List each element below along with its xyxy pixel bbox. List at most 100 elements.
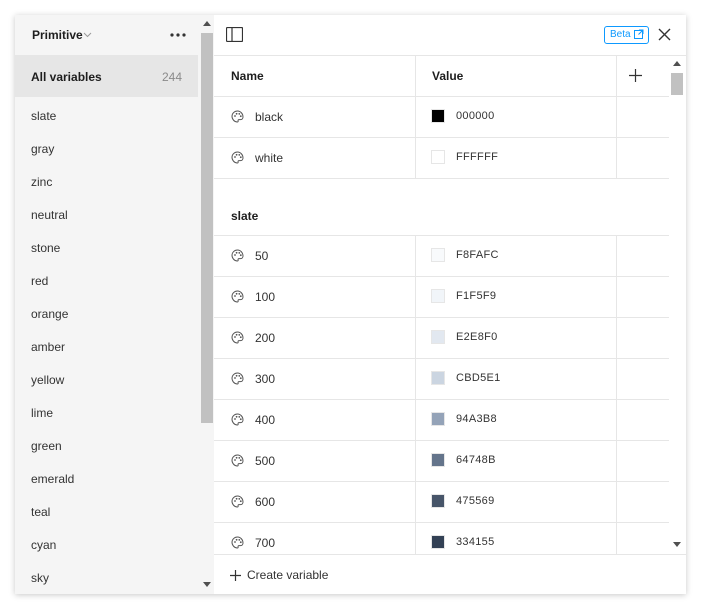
close-icon[interactable] <box>658 28 671 41</box>
table-scrollbar[interactable] <box>669 56 686 554</box>
table-scroll-thumb[interactable] <box>671 73 683 95</box>
variable-value[interactable]: 64748B <box>456 454 496 466</box>
table-row[interactable]: black 000000 <box>214 97 669 138</box>
palette-icon <box>231 495 244 511</box>
column-divider <box>415 400 416 440</box>
column-divider <box>616 441 617 481</box>
variable-value[interactable]: CBD5E1 <box>456 372 501 384</box>
color-swatch[interactable] <box>431 150 445 164</box>
column-divider <box>616 400 617 440</box>
variable-value[interactable]: 475569 <box>456 495 495 507</box>
create-variable-button[interactable]: Create variable <box>230 568 328 582</box>
color-swatch[interactable] <box>431 535 445 549</box>
variable-value[interactable]: E2E8F0 <box>456 331 498 343</box>
variable-name[interactable]: 600 <box>255 495 275 509</box>
variable-value[interactable]: 94A3B8 <box>456 413 497 425</box>
sidebar-item-neutral[interactable]: neutral <box>15 199 198 232</box>
column-divider <box>415 523 416 554</box>
variable-value[interactable]: F8FAFC <box>456 249 499 261</box>
palette-icon <box>231 290 244 306</box>
sidebar-item-red[interactable]: red <box>15 265 198 298</box>
variable-name[interactable]: white <box>255 151 283 165</box>
table-row[interactable]: 400 94A3B8 <box>214 400 669 441</box>
table-row[interactable]: 500 64748B <box>214 441 669 482</box>
group-title: slate <box>231 209 259 223</box>
variable-name[interactable]: 200 <box>255 331 275 345</box>
all-variables-item[interactable]: All variables 244 <box>15 55 198 97</box>
table-row[interactable]: 200 E2E8F0 <box>214 318 669 359</box>
palette-icon <box>231 413 244 429</box>
color-swatch[interactable] <box>431 494 445 508</box>
table-row[interactable]: 600 475569 <box>214 482 669 523</box>
color-swatch[interactable] <box>431 453 445 467</box>
variable-value[interactable]: 334155 <box>456 536 495 548</box>
variable-value[interactable]: F1F5F9 <box>456 290 496 302</box>
sidebar-item-amber[interactable]: amber <box>15 331 198 364</box>
collection-dropdown[interactable]: Primitive <box>32 28 83 42</box>
sidebar-item-lime[interactable]: lime <box>15 397 198 430</box>
external-link-icon <box>633 29 644 39</box>
scroll-down-arrow-icon[interactable] <box>203 582 211 587</box>
variables-panel: Beta Name Value black 000000 white FFFFFF <box>214 15 686 594</box>
palette-icon <box>231 151 244 167</box>
sidebar-item-slate[interactable]: slate <box>15 100 198 133</box>
column-divider <box>616 97 617 137</box>
scroll-up-arrow-icon[interactable] <box>203 21 211 26</box>
column-divider <box>616 56 617 96</box>
scroll-down-arrow-icon[interactable] <box>673 542 681 547</box>
sidebar-item-orange[interactable]: orange <box>15 298 198 331</box>
beta-badge[interactable]: Beta <box>604 26 649 44</box>
column-divider <box>415 482 416 522</box>
column-divider <box>415 236 416 276</box>
variables-window: Primitive All variables 244 slate gray z… <box>15 15 686 594</box>
color-swatch[interactable] <box>431 371 445 385</box>
variables-table: Name Value black 000000 white FFFFFF slate … <box>214 56 669 554</box>
variable-name[interactable]: 700 <box>255 536 275 550</box>
variable-value[interactable]: 000000 <box>456 110 495 122</box>
plus-icon[interactable] <box>629 69 642 82</box>
sidebar-item-zinc[interactable]: zinc <box>15 166 198 199</box>
column-divider <box>415 318 416 358</box>
plus-icon <box>230 570 241 581</box>
group-heading: slate <box>214 179 669 236</box>
palette-icon <box>231 372 244 388</box>
variable-name[interactable]: 400 <box>255 413 275 427</box>
column-divider <box>616 138 617 178</box>
sidebar-item-teal[interactable]: teal <box>15 496 198 529</box>
variable-name[interactable]: 50 <box>255 249 268 263</box>
color-swatch[interactable] <box>431 412 445 426</box>
sidebar-item-emerald[interactable]: emerald <box>15 463 198 496</box>
collections-sidebar: Primitive All variables 244 slate gray z… <box>15 15 214 594</box>
variable-name[interactable]: 500 <box>255 454 275 468</box>
color-swatch[interactable] <box>431 109 445 123</box>
variable-name[interactable]: black <box>255 110 283 124</box>
table-row[interactable]: 700 334155 <box>214 523 669 554</box>
column-divider <box>616 359 617 399</box>
all-variables-count: 244 <box>161 70 182 84</box>
sidebar-item-gray[interactable]: gray <box>15 133 198 166</box>
variable-name[interactable]: 300 <box>255 372 275 386</box>
table-row[interactable]: white FFFFFF <box>214 138 669 179</box>
palette-icon <box>231 536 244 552</box>
chevron-down-icon[interactable] <box>83 32 92 38</box>
color-swatch[interactable] <box>431 248 445 262</box>
group-rows: 50 F8FAFC 100 F1F5F9 200 E2E8F0 300 CBD5E1 400 94… <box>214 236 669 554</box>
panel-toolbar: Beta <box>214 15 686 56</box>
sidebar-item-green[interactable]: green <box>15 430 198 463</box>
table-row[interactable]: 100 F1F5F9 <box>214 277 669 318</box>
variable-name[interactable]: 100 <box>255 290 275 304</box>
sidebar-scroll-thumb[interactable] <box>201 33 213 423</box>
more-horizontal-icon[interactable] <box>168 28 188 42</box>
sidebar-item-sky[interactable]: sky <box>15 562 198 594</box>
scroll-up-arrow-icon[interactable] <box>673 61 681 66</box>
table-row[interactable]: 300 CBD5E1 <box>214 359 669 400</box>
sidebar-scrollbar[interactable] <box>200 15 214 594</box>
color-swatch[interactable] <box>431 330 445 344</box>
sidebar-item-stone[interactable]: stone <box>15 232 198 265</box>
variable-value[interactable]: FFFFFF <box>456 151 498 163</box>
table-row[interactable]: 50 F8FAFC <box>214 236 669 277</box>
color-swatch[interactable] <box>431 289 445 303</box>
sidebar-item-cyan[interactable]: cyan <box>15 529 198 562</box>
sidebar-panel-icon[interactable] <box>226 27 243 42</box>
sidebar-item-yellow[interactable]: yellow <box>15 364 198 397</box>
